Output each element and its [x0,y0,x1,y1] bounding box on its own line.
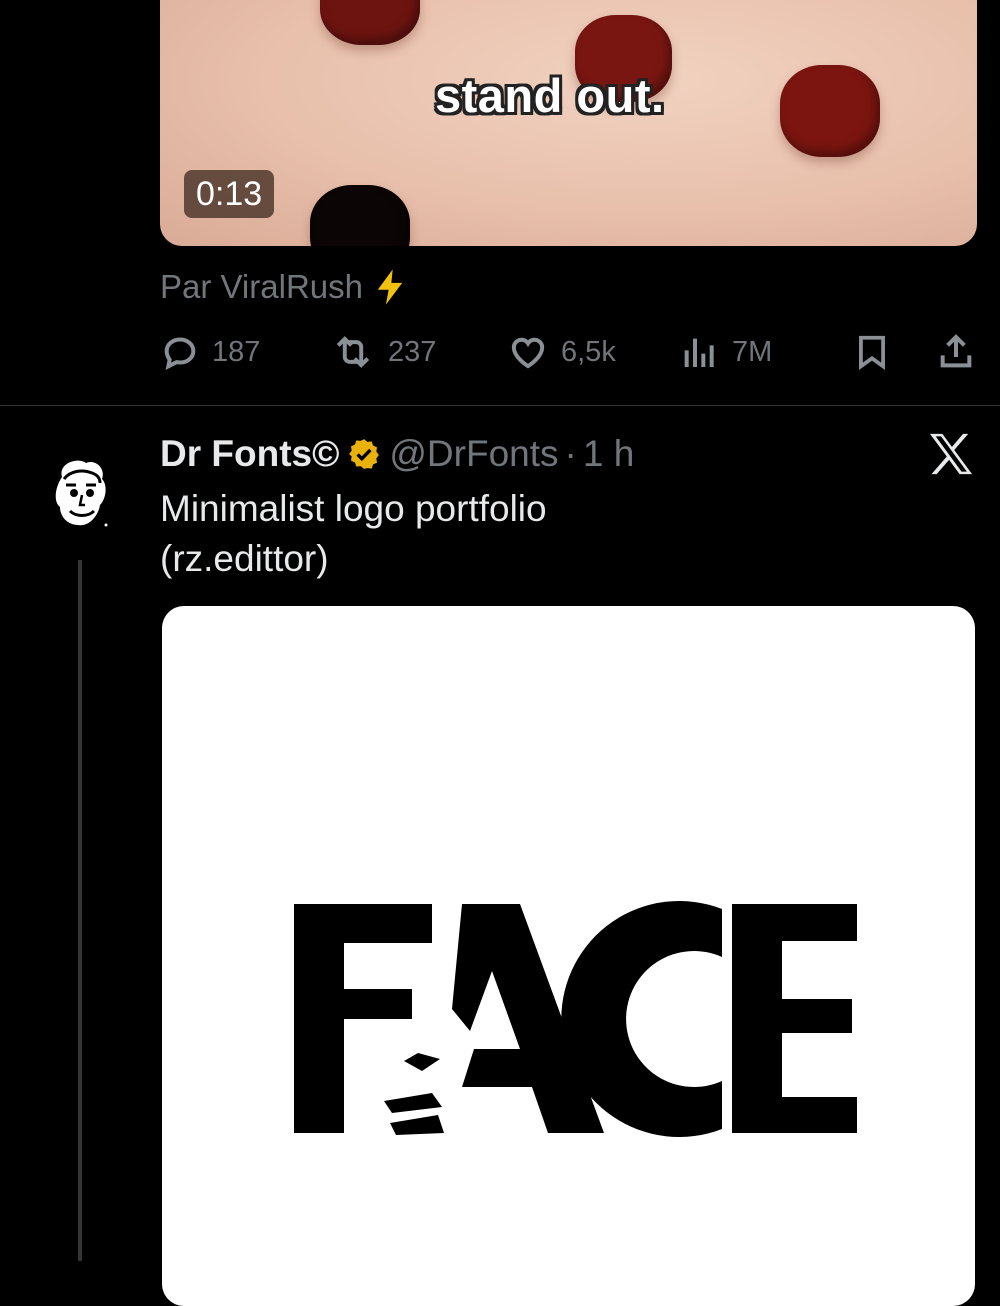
thread-line [78,560,82,1261]
like-button[interactable]: 6,5k [507,330,616,374]
video-blob [320,0,420,45]
face-logo-image [294,901,857,1137]
tweet-divider [0,405,1000,406]
tweet-menu-button[interactable] [928,432,974,476]
tweet-text-line: Minimalist logo portfolio [160,488,547,529]
bookmark-icon [859,335,885,370]
video-blob [780,65,880,157]
reply-count: 187 [212,335,261,368]
video-blob [310,185,410,246]
share-button[interactable] [936,330,976,374]
views-chart-icon [684,338,714,367]
source-label: Par ViralRush [160,268,363,305]
tweet-header: Dr Fonts© @DrFonts · 1 h [160,430,634,478]
reply-icon [164,337,196,370]
header-separator: · [564,433,577,474]
repost-icon [336,336,370,368]
bookmark-button[interactable] [853,330,891,374]
video-subtitle: stand out. [435,69,665,122]
author-handle[interactable]: @DrFonts [389,433,558,475]
tweet-timestamp[interactable]: 1 h [583,433,634,475]
video-duration-badge: 0:13 [184,170,275,218]
repost-button[interactable]: 237 [330,330,436,374]
views-count: 7M [732,335,773,368]
cartoon-face-avatar-icon [55,460,108,527]
heart-icon [511,337,545,369]
share-icon [940,334,972,368]
lightning-icon [377,269,403,305]
verified-badge-icon [349,439,380,469]
avatar[interactable] [48,455,114,531]
x-logo-icon [929,433,973,475]
video-source-attribution[interactable]: Par ViralRush [160,268,407,306]
tweet-text-line: (rz.edittor) [160,538,329,579]
face-logo-text: FACE [162,606,163,607]
tweet-image[interactable]: FACE [162,606,975,1306]
author-name[interactable]: Dr Fonts© [160,433,339,475]
reply-button[interactable]: 187 [160,330,260,374]
tweet-text: Minimalist logo portfolio (rz.edittor) [160,484,547,584]
repost-count: 237 [388,335,437,368]
tweet-action-bar: 187 237 6,5k 7M [160,330,980,374]
tweet-video-player[interactable]: stand out. 0:13 [160,0,977,246]
views-button[interactable]: 7M [680,330,772,374]
like-count: 6,5k [561,335,616,368]
